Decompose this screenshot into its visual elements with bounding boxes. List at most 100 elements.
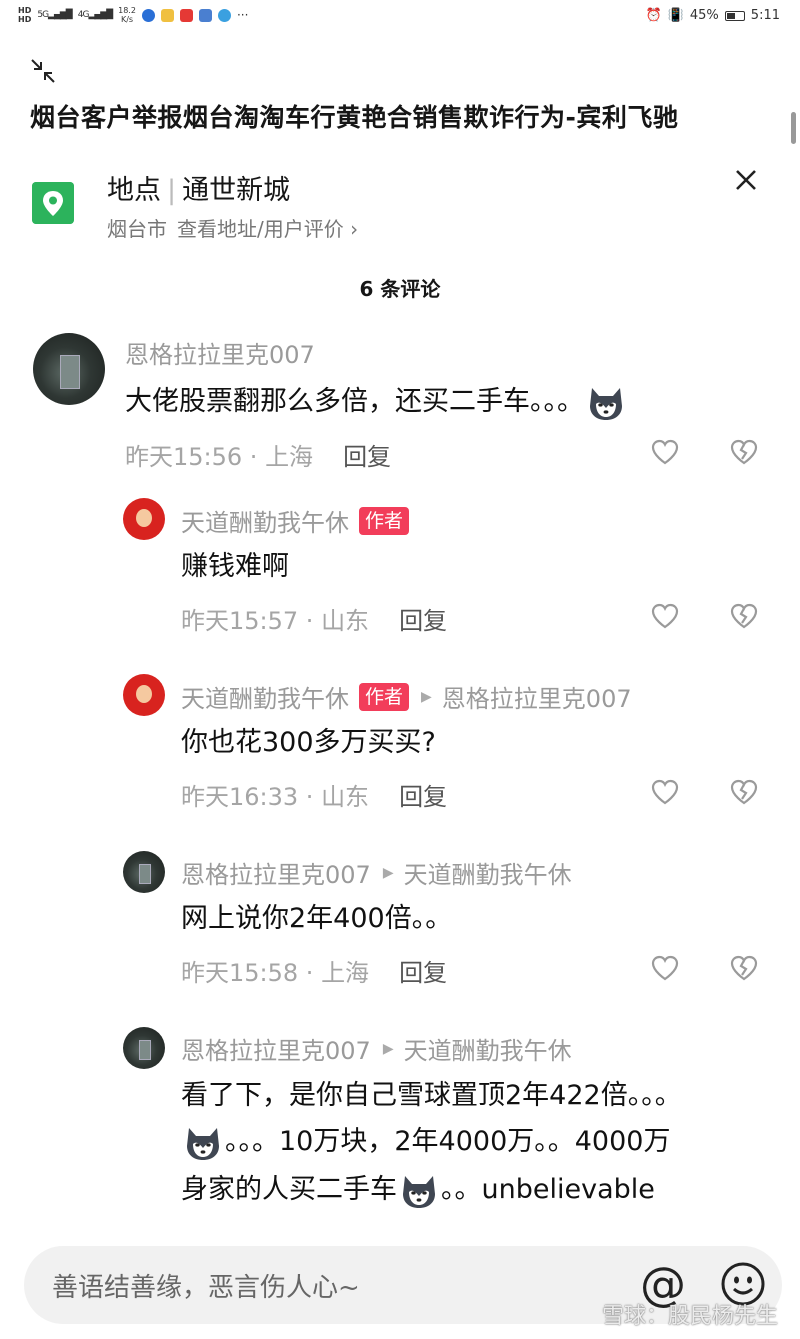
heart-icon[interactable] — [650, 778, 680, 806]
location-label: 地点 — [107, 175, 161, 206]
heart-icon[interactable] — [650, 438, 680, 466]
net-speed-unit: K/s — [120, 15, 134, 24]
husky-emoji-icon — [586, 384, 626, 422]
signal-1: 5G▂▄▆█ — [37, 10, 72, 20]
comment-text-content: 。。。10万块，2年4000万。。4000万 — [225, 1126, 671, 1157]
comment-author[interactable]: 恩格拉拉里克007 ▶ 天道酬勤我午休 — [181, 855, 572, 890]
avatar[interactable] — [123, 674, 165, 716]
vibrate-icon: 📳 — [667, 8, 684, 23]
author-tag-badge: 作者 — [359, 682, 410, 711]
heart-icon[interactable] — [650, 602, 680, 630]
comment-time: 昨天15:57 — [181, 607, 299, 635]
location-divider: | — [167, 175, 177, 206]
app-notification-icon — [141, 8, 155, 22]
location-name: 通世新城 — [182, 175, 291, 206]
comment-region: 上海 — [265, 443, 314, 471]
comment-text: 网上说你2年400倍。。 — [181, 903, 453, 934]
comment-region: 山东 — [321, 607, 370, 635]
watermark: 雪球：股民杨先生 — [601, 1304, 778, 1329]
page-title: 烟台客户举报烟台淘淘车行黄艳合销售欺诈行为-宾利飞驰 — [30, 103, 679, 132]
status-bar: HD HD 5G▂▄▆█ 4G▂▄▆█ 18.2 K/s ··· ⏰ 📳 45%… — [0, 0, 800, 34]
hd-label-2: HD — [18, 15, 32, 24]
author-name: 恩格拉拉里克007 — [181, 1037, 371, 1065]
comment-text-content: 大佬股票翻那么多倍，还买二手车。。。 — [125, 386, 584, 417]
hd-label-1: HD — [18, 6, 32, 15]
author-name: 天道酬勤我午休 — [181, 509, 349, 537]
comment-text: 赚钱难啊 — [181, 551, 289, 582]
reply-to-name: 恩格拉拉里克007 — [441, 685, 632, 713]
comment-text-line: 。。。10万块，2年4000万。。4000万 — [181, 1118, 670, 1166]
battery-icon — [724, 10, 745, 21]
comment-count: 6 条评论 — [359, 277, 441, 301]
app-notification-icon — [217, 8, 231, 22]
comment-region: 山东 — [321, 783, 370, 811]
comment-author[interactable]: 恩格拉拉里克007 — [125, 335, 315, 370]
alarm-icon: ⏰ — [645, 8, 662, 23]
comment-text: 你也花300多万买买? — [181, 727, 436, 758]
signal-2: 4G▂▄▆█ — [77, 10, 113, 20]
comment-author[interactable]: 天道酬勤我午休 作者 ▶ 恩格拉拉里克007 — [181, 679, 632, 714]
reply-arrow-icon: ▶ — [382, 1040, 394, 1057]
author-tag-badge: 作者 — [359, 506, 410, 535]
clock: 5:11 — [750, 8, 780, 23]
author-name: 天道酬勤我午休 — [181, 685, 349, 713]
heart-icon[interactable] — [650, 954, 680, 982]
comment-meta: 昨天16:33 · 山东 回复 — [181, 783, 448, 811]
location-city: 烟台市 — [107, 217, 167, 241]
reply-arrow-icon: ▶ — [382, 864, 394, 881]
broken-heart-icon[interactable] — [729, 602, 759, 630]
comment-region: 上海 — [321, 959, 370, 987]
reply-button[interactable]: 回复 — [399, 607, 447, 635]
net-speed-value: 18.2 — [118, 6, 136, 15]
signal-2-label: 4G — [77, 10, 90, 20]
author-name: 恩格拉拉里克007 — [125, 341, 315, 369]
comment-text-line: 身家的人买二手车 。。unbelievable — [181, 1166, 655, 1214]
close-button[interactable] — [732, 166, 760, 194]
location-detail-link[interactable]: 查看地址/用户评价 › — [177, 217, 358, 241]
comment-text-content: 。。unbelievable — [441, 1174, 655, 1205]
status-right: ⏰ 📳 45% 5:11 — [646, 8, 780, 23]
avatar[interactable] — [123, 851, 165, 893]
location-subtitle: 烟台市 查看地址/用户评价 › — [107, 213, 358, 242]
broken-heart-icon[interactable] — [729, 778, 759, 806]
app-notification-icon — [160, 8, 174, 22]
comment-page: HD HD 5G▂▄▆█ 4G▂▄▆█ 18.2 K/s ··· ⏰ 📳 45%… — [0, 0, 800, 1339]
location-pin-icon — [32, 182, 74, 224]
avatar[interactable] — [123, 1027, 165, 1069]
collapse-icon[interactable] — [30, 58, 56, 84]
comment-time: 昨天15:56 — [125, 443, 243, 471]
battery-percent: 45% — [689, 8, 719, 23]
comment-text-content: 身家的人买二手车 — [181, 1174, 397, 1205]
reply-arrow-icon: ▶ — [421, 688, 432, 705]
hd-indicator: HD HD — [18, 6, 31, 24]
husky-emoji-icon — [183, 1124, 223, 1162]
author-name: 恩格拉拉里克007 — [181, 861, 371, 889]
comment-time: 昨天16:33 — [181, 783, 299, 811]
comment-text: 大佬股票翻那么多倍，还买二手车。。。 — [125, 378, 628, 426]
comment-meta: 昨天15:58 · 上海 回复 — [181, 959, 448, 987]
app-notification-icon — [179, 8, 193, 22]
comment-input[interactable]: 善语结善缘，恶言伤人心~ — [52, 1267, 360, 1304]
net-speed: 18.2 K/s — [118, 6, 136, 24]
location-title[interactable]: 地点 | 通世新城 — [107, 168, 290, 207]
reply-to-name: 天道酬勤我午休 — [403, 1037, 572, 1065]
comment-meta: 昨天15:56 · 上海 回复 — [125, 443, 392, 471]
comment-author[interactable]: 恩格拉拉里克007 ▶ 天道酬勤我午休 — [181, 1031, 572, 1066]
broken-heart-icon[interactable] — [729, 438, 759, 466]
comment-author[interactable]: 天道酬勤我午休 作者 — [181, 503, 410, 538]
avatar[interactable] — [33, 333, 105, 405]
signal-1-label: 5G — [37, 10, 49, 20]
avatar[interactable] — [123, 498, 165, 540]
reply-button[interactable]: 回复 — [399, 959, 447, 987]
scrollbar[interactable] — [791, 112, 796, 144]
battery-fill — [726, 12, 735, 19]
reply-button[interactable]: 回复 — [399, 783, 447, 811]
reply-button[interactable]: 回复 — [343, 443, 391, 471]
comment-time: 昨天15:58 — [181, 959, 299, 987]
broken-heart-icon[interactable] — [729, 954, 759, 982]
comment-meta: 昨天15:57 · 山东 回复 — [181, 607, 448, 635]
reply-to-name: 天道酬勤我午休 — [403, 861, 572, 889]
more-notifications-icon: ··· — [236, 8, 249, 22]
husky-emoji-icon — [399, 1172, 439, 1210]
app-notification-icon — [198, 8, 212, 22]
